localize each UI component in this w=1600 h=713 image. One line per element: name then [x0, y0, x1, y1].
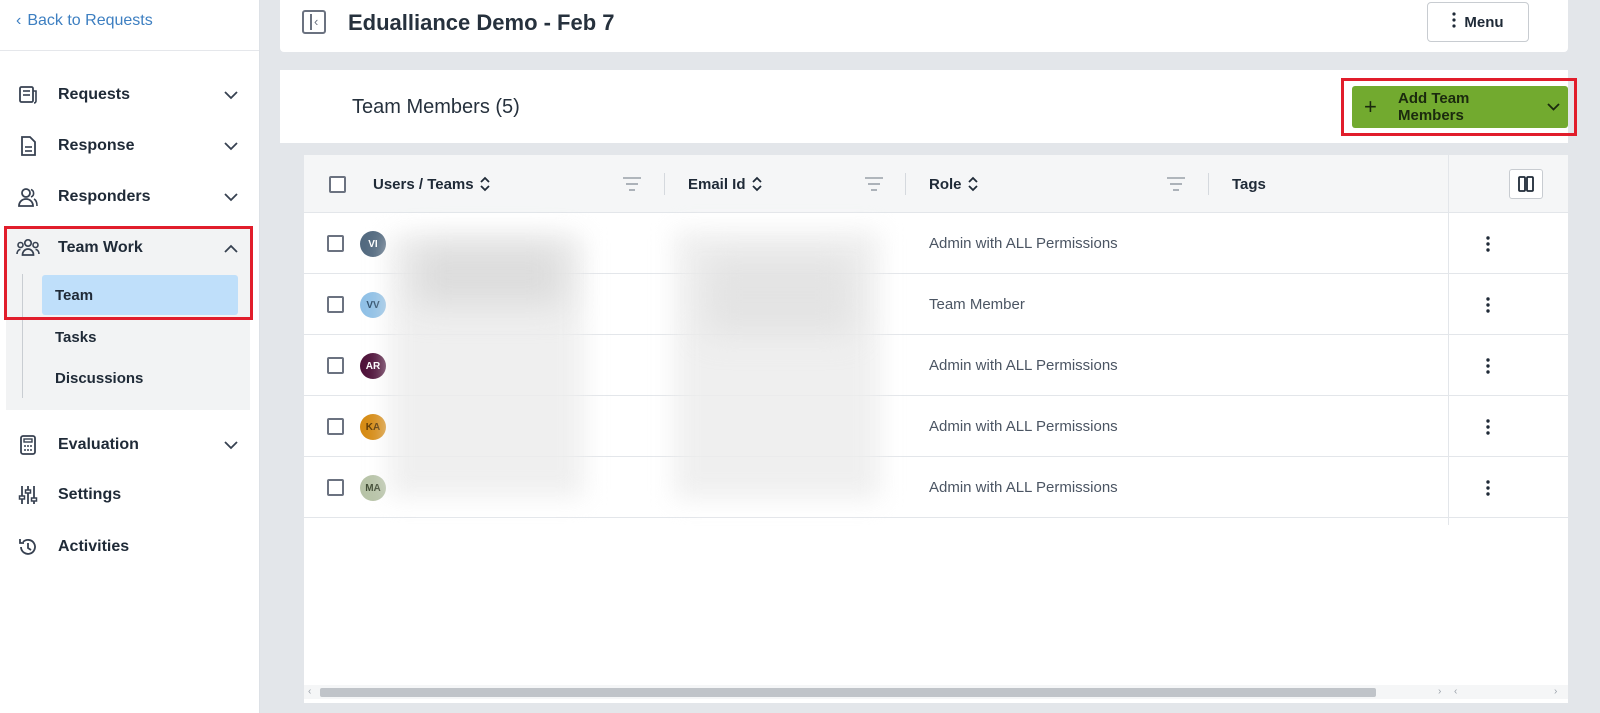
sliders-icon [16, 483, 40, 507]
submenu-guide-line [22, 274, 23, 398]
row-actions-icon[interactable] [1478, 416, 1498, 438]
redacted-emails-shade [704, 255, 854, 335]
scroll-left-icon[interactable]: ‹ [308, 685, 311, 699]
sidebar-subitem-team[interactable]: Team [42, 275, 238, 315]
chevron-left-icon: ‹ [16, 12, 22, 29]
collapse-sidebar-icon[interactable]: ‹ [302, 10, 326, 34]
select-all-checkbox[interactable] [329, 176, 346, 193]
column-header-role[interactable]: Role [929, 155, 978, 213]
sidebar-item-label: Response [58, 137, 135, 154]
sidebar-item-settings[interactable]: Settings [16, 477, 244, 513]
role-cell: Admin with ALL Permissions [929, 418, 1118, 435]
sidebar-divider [0, 50, 259, 51]
menu-button[interactable]: Menu [1427, 2, 1529, 42]
column-header-tags[interactable]: Tags [1232, 155, 1266, 213]
row-checkbox[interactable] [327, 296, 344, 313]
kebab-icon [1452, 12, 1457, 32]
sidebar-item-label: Team Work [58, 239, 143, 256]
row-checkbox[interactable] [327, 357, 344, 374]
row-actions-icon[interactable] [1478, 477, 1498, 499]
sidebar-item-label: Requests [58, 86, 131, 103]
team-members-table: Users / Teams Email Id Role Tags VI Admi… [304, 155, 1568, 703]
column-label: Email Id [688, 175, 746, 193]
column-label: Tags [1232, 175, 1266, 193]
sidebar-item-label: Responders [58, 188, 151, 205]
role-cell: Admin with ALL Permissions [929, 479, 1118, 496]
column-separator[interactable] [905, 173, 906, 195]
row-checkbox[interactable] [327, 418, 344, 435]
row-actions-icon[interactable] [1478, 294, 1498, 316]
filter-icon[interactable] [622, 175, 642, 193]
scrollbar-thumb[interactable] [320, 688, 1376, 697]
sidebar-item-evaluation[interactable]: Evaluation [16, 427, 244, 463]
column-separator[interactable] [664, 173, 665, 195]
avatar: AR [360, 353, 386, 379]
requests-icon [16, 83, 40, 107]
chevron-down-icon [222, 436, 240, 454]
avatar: KA [360, 414, 386, 440]
role-cell: Admin with ALL Permissions [929, 357, 1118, 374]
sidebar-item-label: Settings [58, 486, 122, 503]
sidebar-item-requests[interactable]: Requests [16, 77, 244, 113]
history-icon [16, 535, 40, 559]
users-icon [16, 185, 40, 209]
sort-icon[interactable] [479, 176, 490, 192]
column-divider [1448, 213, 1449, 525]
sidebar-item-response[interactable]: Response [16, 128, 244, 164]
column-settings-icon[interactable] [1509, 169, 1543, 199]
scroll-right-icon[interactable]: › [1438, 685, 1441, 699]
column-separator [1448, 155, 1449, 213]
filter-icon[interactable] [1166, 175, 1186, 193]
page-header: ‹ Edualliance Demo - Feb 7 Menu [280, 0, 1568, 52]
team-icon [16, 236, 40, 260]
sort-icon[interactable] [967, 176, 978, 192]
horizontal-scrollbar[interactable]: ‹ › ‹ › [304, 685, 1568, 699]
sidebar-item-label: Evaluation [58, 436, 139, 453]
filter-icon[interactable] [864, 175, 884, 193]
chevron-down-icon [222, 188, 240, 206]
sort-icon[interactable] [751, 176, 762, 192]
chevron-down-icon [222, 86, 240, 104]
back-link-label: Back to Requests [27, 12, 153, 29]
column-header-email[interactable]: Email Id [688, 155, 762, 213]
sidebar-item-responders[interactable]: Responders [16, 179, 244, 215]
team-members-title: Team Members (5) [352, 96, 520, 118]
role-cell: Admin with ALL Permissions [929, 235, 1118, 252]
sidebar-subitem-tasks[interactable]: Tasks [42, 317, 238, 357]
row-checkbox[interactable] [327, 479, 344, 496]
calculator-icon [16, 433, 40, 457]
column-label: Users / Teams [373, 175, 474, 193]
redacted-names-shade [414, 245, 564, 305]
scroll-left-icon[interactable]: ‹ [1454, 685, 1457, 699]
sidebar-item-label: Activities [58, 538, 130, 555]
avatar: VV [360, 292, 386, 318]
column-header-users[interactable]: Users / Teams [373, 155, 490, 213]
column-label: Role [929, 175, 962, 193]
add-team-members-button[interactable]: + Add Team Members [1352, 86, 1568, 128]
column-separator[interactable] [1208, 173, 1209, 195]
chevron-up-icon [222, 239, 240, 257]
row-checkbox[interactable] [327, 235, 344, 252]
back-to-requests-link[interactable]: ‹ Back to Requests [16, 10, 153, 32]
menu-label: Menu [1464, 13, 1504, 31]
table-header: Users / Teams Email Id Role Tags [304, 155, 1568, 213]
avatar: VI [360, 231, 386, 257]
page-title: Edualliance Demo - Feb 7 [348, 10, 615, 35]
sidebar-subitem-discussions[interactable]: Discussions [42, 358, 238, 398]
row-actions-icon[interactable] [1478, 355, 1498, 377]
document-icon [16, 134, 40, 158]
sidebar-item-activities[interactable]: Activities [16, 529, 244, 565]
role-cell: Team Member [929, 296, 1025, 313]
sidebar-item-team-work[interactable]: Team Work [16, 230, 244, 266]
chevron-down-icon [222, 137, 240, 155]
scroll-right-icon[interactable]: › [1554, 685, 1557, 699]
sidebar: ‹ Back to Requests Requests Response Res… [0, 0, 260, 713]
plus-icon: + [1364, 94, 1377, 119]
row-actions-icon[interactable] [1478, 233, 1498, 255]
chevron-down-icon[interactable] [1538, 103, 1568, 111]
avatar: MA [360, 475, 386, 501]
add-team-members-label: Add Team Members [1398, 90, 1470, 124]
